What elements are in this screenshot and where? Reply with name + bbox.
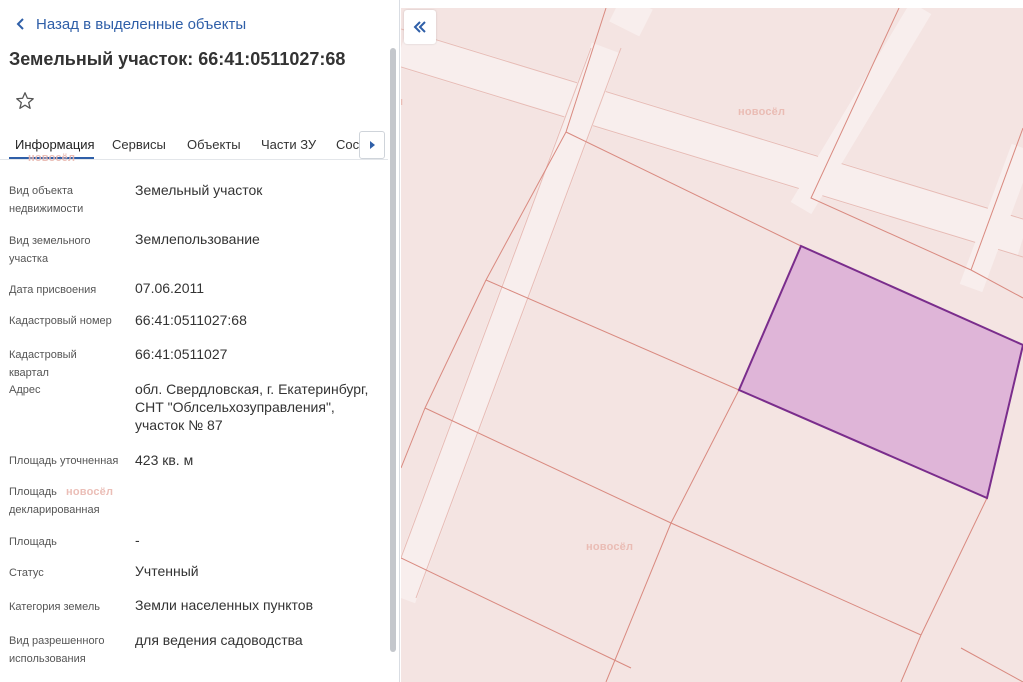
value-parcel-type: Землепользование xyxy=(135,231,260,247)
value-cadastral-quarter: 66:41:0511027 xyxy=(135,346,228,362)
panel-scrollbar[interactable] xyxy=(390,48,396,652)
tab-parts[interactable]: Части ЗУ xyxy=(261,137,316,152)
watermark: новосёл xyxy=(738,106,786,118)
label-status: Статус xyxy=(9,567,44,579)
chevron-right-icon xyxy=(370,141,375,149)
watermark: новосёл xyxy=(28,152,76,164)
back-link[interactable]: Назад в выделенные объекты xyxy=(12,15,246,33)
cadastral-map[interactable]: новосёл новосёл новосёл xyxy=(401,8,1023,682)
map-canvas xyxy=(401,8,1023,682)
value-area: - xyxy=(135,532,140,548)
label-parcel-type: Вид земельного участка xyxy=(9,235,91,265)
watermark: новосёл xyxy=(586,541,634,553)
tab-services[interactable]: Сервисы xyxy=(112,137,166,152)
label-area-refined: Площадь уточненная xyxy=(9,455,119,467)
label-cadastral-number: Кадастровый номер xyxy=(9,315,112,327)
value-address: обл. Свердловская, г. Екатеринбург, СНТ … xyxy=(135,381,369,433)
label-assigned-date: Дата присвоения xyxy=(9,284,97,296)
label-cadastral-quarter: Кадастровый квартал xyxy=(9,349,77,379)
tab-info[interactable]: Информация xyxy=(15,137,95,152)
star-outline-icon[interactable] xyxy=(14,90,36,112)
value-status: Учтенный xyxy=(135,563,199,579)
value-area-refined: 423 кв. м xyxy=(135,452,194,468)
label-address: Адрес xyxy=(9,384,41,396)
chevron-left-icon xyxy=(16,18,24,30)
value-land-category: Земли населенных пунктов xyxy=(135,597,314,613)
value-permitted-use: для ведения садоводства xyxy=(135,632,303,648)
tab-objects[interactable]: Объекты xyxy=(187,137,241,152)
double-chevron-left-icon xyxy=(413,21,426,33)
watermark: новосёл xyxy=(66,486,114,498)
tabs-next-button[interactable] xyxy=(359,131,385,159)
page-title: Земельный участок: 66:41:0511027:68 xyxy=(9,49,346,69)
info-panel: Назад в выделенные объекты Земельный уча… xyxy=(0,0,400,682)
back-link-label: Назад в выделенные объекты xyxy=(36,15,247,33)
label-object-type: Вид объекта недвижимости xyxy=(9,185,84,215)
label-land-category: Категория земель xyxy=(9,601,100,613)
value-object-type: Земельный участок xyxy=(135,182,263,198)
value-cadastral-number: 66:41:0511027:68 xyxy=(135,312,247,328)
label-area: Площадь xyxy=(9,536,57,548)
value-assigned-date: 07.06.2011 xyxy=(135,280,205,296)
label-permitted-use: Вид разрешенного использования xyxy=(9,635,105,665)
watermark: новосёл xyxy=(401,96,403,108)
collapse-panel-button[interactable] xyxy=(404,10,436,44)
